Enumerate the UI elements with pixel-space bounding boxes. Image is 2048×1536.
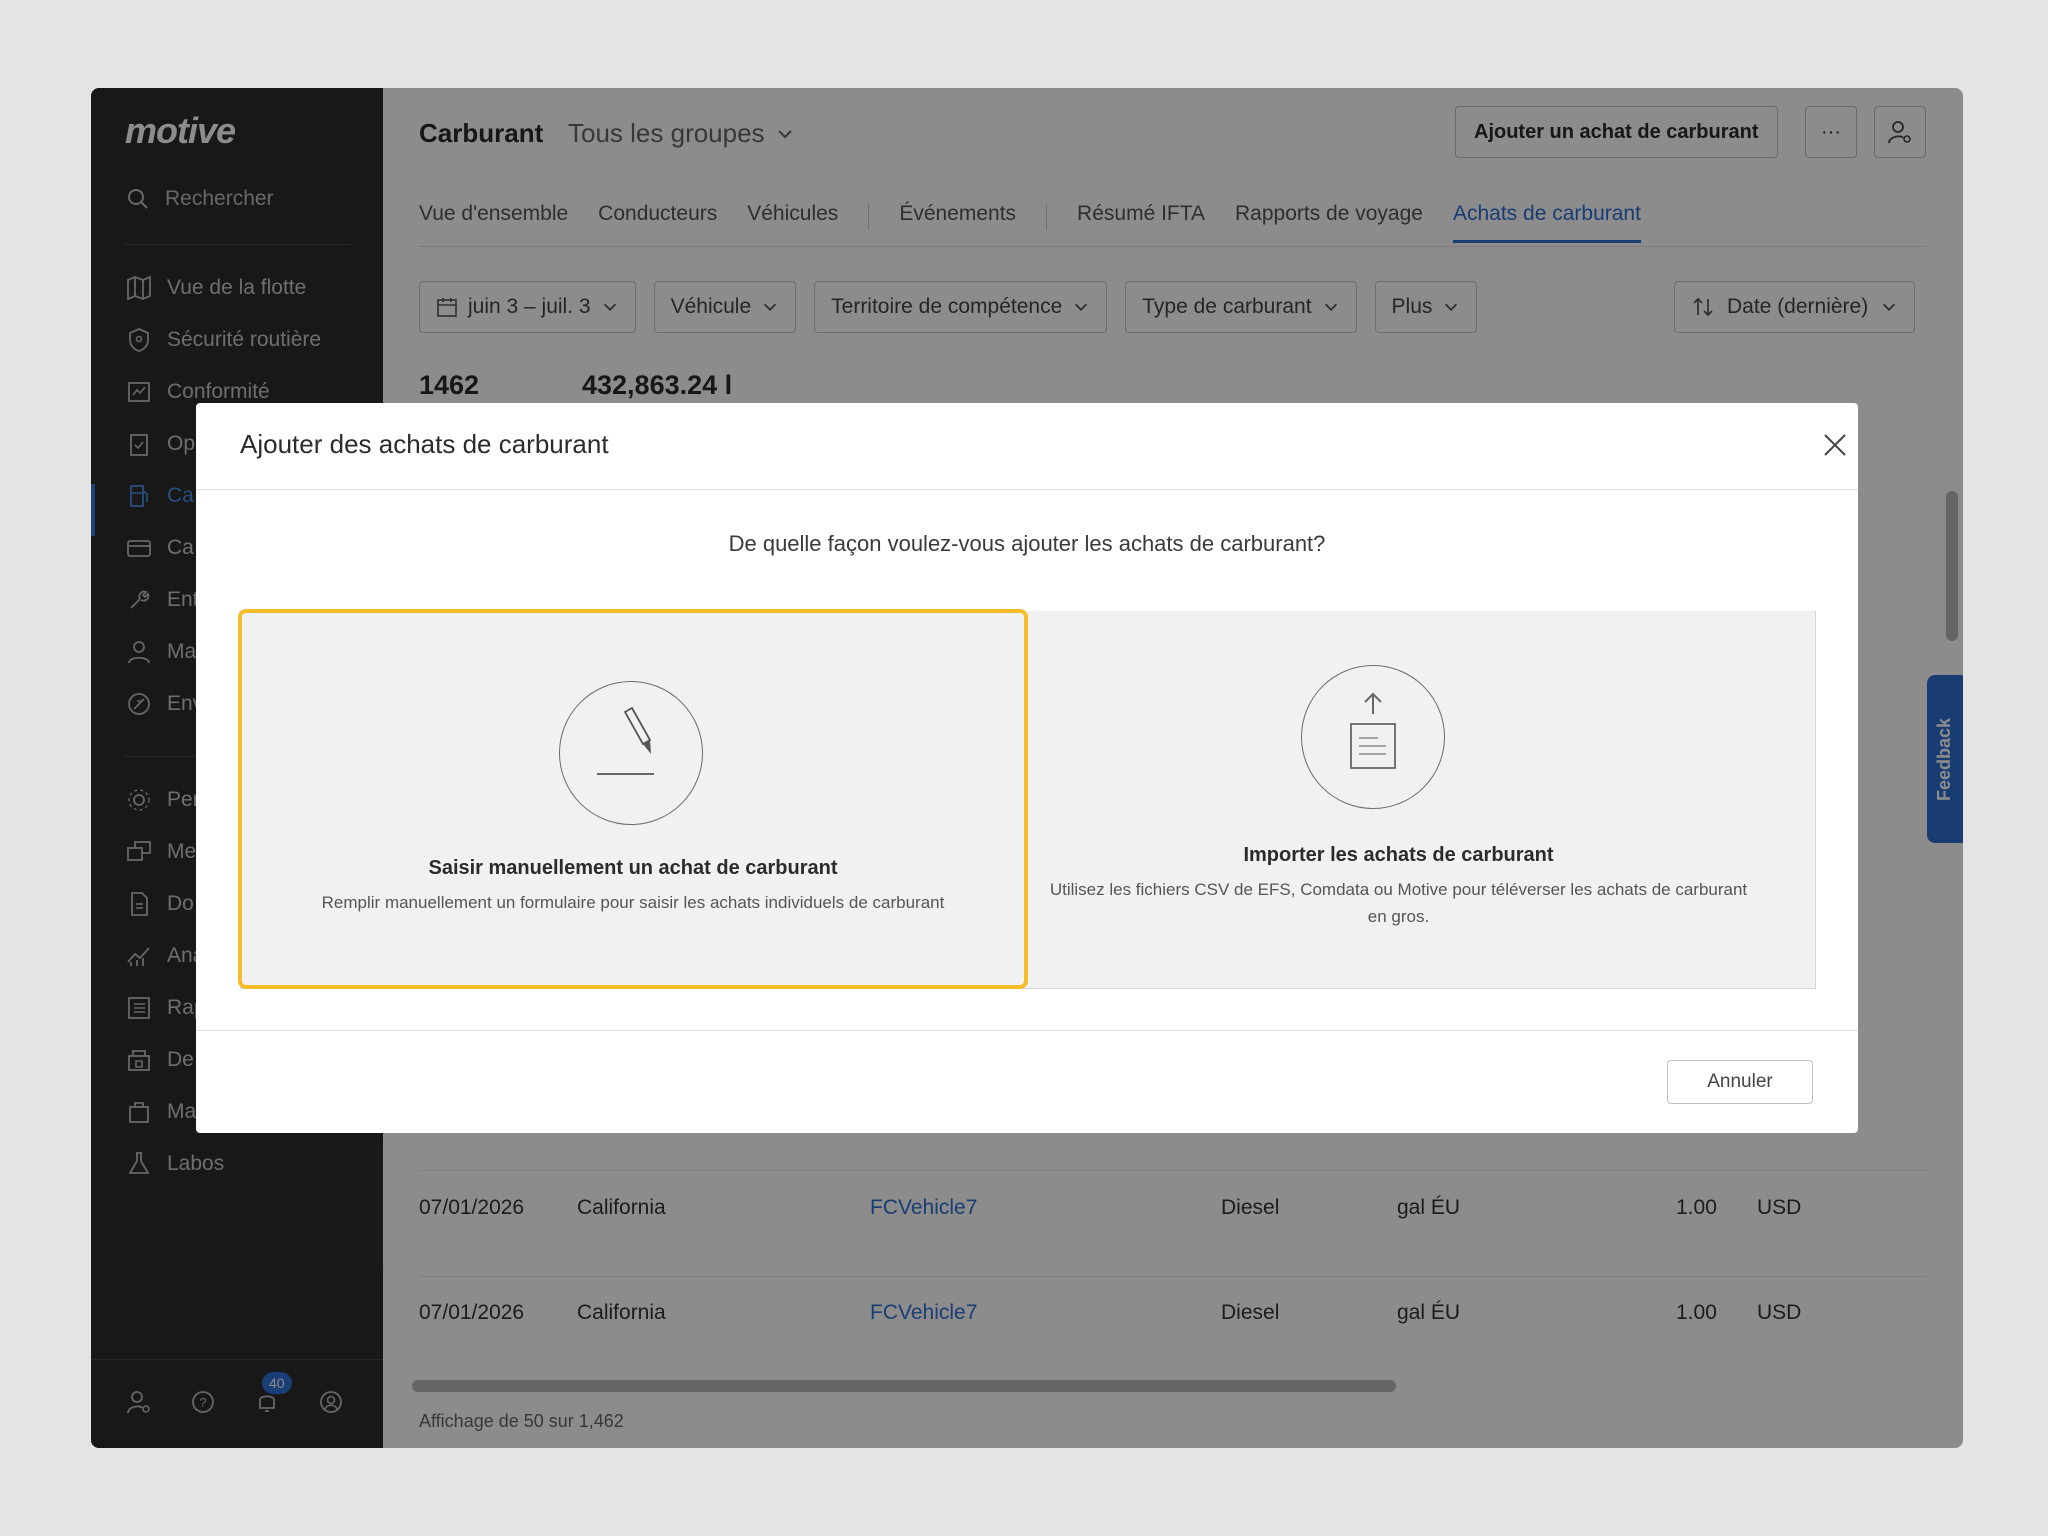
add-fuel-purchases-dialog: Ajouter des achats de carburant De quell… bbox=[196, 403, 1858, 1133]
import-option[interactable]: Importer les achats de carburant Utilise… bbox=[983, 611, 1814, 987]
close-icon[interactable] bbox=[1821, 431, 1849, 459]
dialog-header: Ajouter des achats de carburant bbox=[196, 403, 1858, 490]
manual-entry-option[interactable]: Saisir manuellement un achat de carburan… bbox=[238, 609, 1028, 989]
app-window: motive Rechercher Vue de la flotte Sécur… bbox=[91, 88, 1963, 1448]
cancel-button[interactable]: Annuler bbox=[1667, 1060, 1813, 1104]
dialog-question: De quelle façon voulez-vous ajouter les … bbox=[728, 531, 1326, 556]
dialog-title: Ajouter des achats de carburant bbox=[240, 429, 609, 459]
dialog-footer-divider bbox=[196, 1030, 1858, 1031]
pencil-icon bbox=[559, 681, 703, 825]
manual-option-description: Remplir manuellement un formulaire pour … bbox=[321, 893, 945, 912]
manual-option-title: Saisir manuellement un achat de carburan… bbox=[428, 857, 838, 879]
upload-document-icon bbox=[1301, 665, 1445, 809]
import-option-title: Importer les achats de carburant bbox=[1243, 844, 1554, 866]
import-option-description: Utilisez les fichiers CSV de EFS, Comdat… bbox=[1049, 880, 1748, 926]
